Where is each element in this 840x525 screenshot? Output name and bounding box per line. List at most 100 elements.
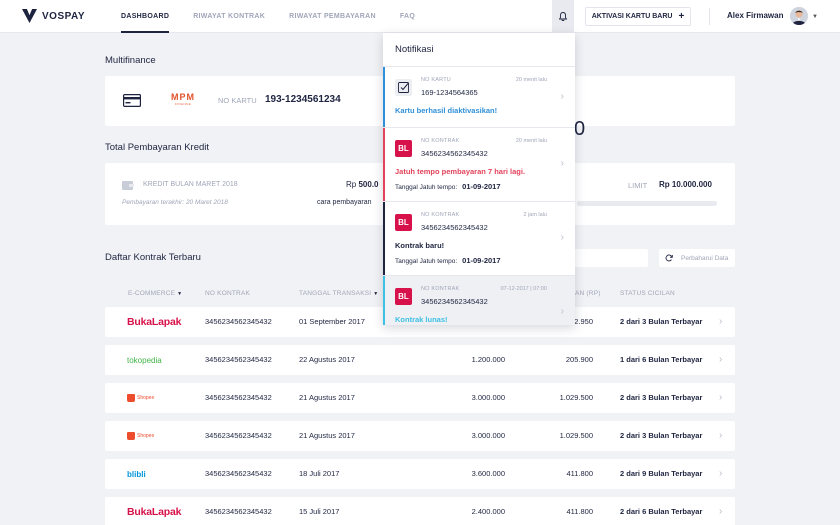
bukalapak-logo: BukaLapak bbox=[127, 505, 181, 519]
table-row[interactable]: tokopedia 3456234562345432 22 Agustus 20… bbox=[105, 345, 735, 375]
chevron-right-icon: › bbox=[719, 392, 723, 403]
nav-dashboard[interactable]: DASHBOARD bbox=[121, 0, 170, 33]
tokopedia-logo: tokopedia bbox=[127, 353, 162, 367]
blibli-logo: blibli bbox=[127, 467, 146, 481]
notification-panel: Notifikasi NO KARTU 20 menit lalu 169-12… bbox=[383, 33, 575, 325]
shopee-logo: Shopee bbox=[127, 391, 154, 405]
activate-card-button[interactable]: AKTIVASI KARTU BARU + bbox=[585, 7, 691, 26]
row-contract-number: 3456234562345432 bbox=[205, 431, 272, 440]
row-status: 2 dari 6 Bulan Terbayar bbox=[620, 507, 703, 516]
plus-icon: + bbox=[678, 10, 685, 22]
mpm-logo-text: MPM bbox=[171, 92, 195, 102]
notification-accent-bar bbox=[383, 202, 385, 275]
notification-number: 3456234562345432 bbox=[421, 223, 488, 232]
payment-method-link[interactable]: cara pembayaran bbox=[317, 199, 371, 206]
notification-button[interactable] bbox=[552, 0, 574, 33]
limit-label: LIMIT bbox=[628, 181, 648, 190]
nav-faq[interactable]: FAQ bbox=[400, 0, 415, 33]
notification-accent-bar bbox=[383, 276, 385, 325]
notification-item[interactable]: BL NO KONTRAK 20 menit lalu 345623456234… bbox=[383, 128, 575, 202]
due-label: Tanggal Jatuh tempo: bbox=[395, 184, 458, 191]
column-tanggal-label: TANGGAL TRANSAKSI bbox=[299, 290, 372, 297]
contracts-title: Daftar Kontrak Terbaru bbox=[105, 252, 201, 263]
notification-due: Tanggal Jatuh tempo: 01-09-2017 bbox=[395, 256, 501, 265]
bukalapak-icon: BL bbox=[395, 140, 412, 157]
total-payment-title: Total Pembayaran Kredit bbox=[105, 142, 210, 153]
row-amount: 2.400.000 bbox=[471, 507, 505, 516]
row-amount: 3.000.000 bbox=[471, 393, 505, 402]
notification-accent-bar bbox=[383, 67, 385, 127]
notification-message: Kontrak baru! bbox=[395, 241, 445, 250]
table-row[interactable]: BukaLapak 3456234562345432 15 Juli 2017 … bbox=[105, 497, 735, 525]
row-installment: 411.800 bbox=[566, 507, 593, 516]
table-row[interactable]: blibli 3456234562345432 18 Juli 2017 3.6… bbox=[105, 459, 735, 489]
row-date: 15 Juli 2017 bbox=[299, 507, 340, 516]
row-contract-number: 3456234562345432 bbox=[205, 469, 272, 478]
due-label: Tanggal Jatuh tempo: bbox=[395, 258, 458, 265]
top-header: VOSPAY DASHBOARD RIWAYAT KONTRAK RIWAYAT… bbox=[0, 0, 840, 33]
column-ecommerce[interactable]: E-COMMERCE ▼ bbox=[128, 290, 182, 297]
last-payment-text: Pembayaran terakhir: 20 Maret 2018 bbox=[122, 199, 228, 206]
chevron-right-icon: › bbox=[719, 430, 723, 441]
brand-name: Shopee bbox=[137, 395, 155, 401]
kredit-amount-value: 500.0 bbox=[358, 180, 379, 189]
user-name[interactable]: Alex Firmawan bbox=[727, 11, 783, 20]
notification-item[interactable]: NO KARTU 20 menit lalu 169-1234564365 Ka… bbox=[383, 67, 575, 128]
brand-name: BukaLapak bbox=[127, 506, 182, 518]
notification-time: 20 menit lalu bbox=[515, 138, 547, 144]
table-row[interactable]: Shopee 3456234562345432 21 Agustus 2017 … bbox=[105, 383, 735, 413]
user-avatar-icon bbox=[790, 7, 808, 25]
vospay-logo[interactable]: VOSPAY bbox=[22, 9, 85, 23]
row-status: 2 dari 3 Bulan Terbayar bbox=[620, 317, 703, 326]
column-status: STATUS CICILAN bbox=[620, 290, 675, 297]
bukalapak-icon: BL bbox=[395, 288, 412, 305]
row-status: 2 dari 9 Bulan Terbayar bbox=[620, 469, 703, 478]
refresh-icon bbox=[665, 254, 673, 262]
kredit-month-label: KREDIT BULAN MARET 2018 bbox=[143, 181, 238, 188]
shopee-logo: Shopee bbox=[127, 429, 154, 443]
kredit-amount: Rp 500.0 bbox=[346, 180, 379, 189]
row-amount: 3.000.000 bbox=[471, 431, 505, 440]
brand-name: BukaLapak bbox=[127, 316, 182, 328]
notification-label: NO KONTRAK bbox=[421, 138, 460, 144]
chevron-right-icon: › bbox=[719, 354, 723, 365]
chevron-right-icon: › bbox=[719, 468, 723, 479]
notification-message: Jatuh tempo pembayaran 7 hari lagi. bbox=[395, 167, 526, 176]
table-row[interactable]: Shopee 3456234562345432 21 Agustus 2017 … bbox=[105, 421, 735, 451]
notification-item[interactable]: BL NO KONTRAK 2 jam lalu 345623456234543… bbox=[383, 202, 575, 276]
notification-number: 169-1234564365 bbox=[421, 88, 478, 97]
row-date: 22 Agustus 2017 bbox=[299, 355, 355, 364]
chevron-right-icon: › bbox=[719, 506, 723, 517]
card-number-label: NO KARTU bbox=[218, 96, 257, 105]
notification-number: 3456234562345432 bbox=[421, 297, 488, 306]
row-contract-number: 3456234562345432 bbox=[205, 393, 272, 402]
refresh-data-button[interactable]: Perbaharui Data bbox=[659, 249, 735, 267]
column-tanggal[interactable]: TANGGAL TRANSAKSI ▼ bbox=[299, 290, 378, 297]
column-ecommerce-label: E-COMMERCE bbox=[128, 290, 176, 297]
brand-name: Shopee bbox=[137, 433, 155, 439]
notification-message: Kontrak lunas! bbox=[395, 315, 448, 324]
due-date: 01-09-2017 bbox=[462, 256, 501, 265]
row-amount: 3.600.000 bbox=[471, 469, 505, 478]
nav-riwayat-pembayaran[interactable]: RIWAYAT PEMBAYARAN bbox=[289, 0, 376, 33]
available-amount-partial: 0 bbox=[574, 118, 586, 140]
notification-time: 2 jam lalu bbox=[523, 212, 547, 218]
header-divider bbox=[709, 8, 710, 25]
row-contract-number: 3456234562345432 bbox=[205, 317, 272, 326]
column-no-kontrak: NO KONTRAK bbox=[205, 290, 250, 297]
notification-item[interactable]: BL NO KONTRAK 07-12-2017 | 07:00 3456234… bbox=[383, 276, 575, 325]
sort-down-icon: ▼ bbox=[373, 291, 379, 297]
row-date: 21 Agustus 2017 bbox=[299, 393, 355, 402]
chevron-down-icon[interactable]: ▼ bbox=[812, 14, 818, 20]
credit-card-icon bbox=[123, 94, 141, 107]
avatar[interactable] bbox=[790, 7, 808, 25]
row-contract-number: 3456234562345432 bbox=[205, 355, 272, 364]
notification-number: 3456234562345432 bbox=[421, 149, 488, 158]
nav-riwayat-kontrak[interactable]: RIWAYAT KONTRAK bbox=[193, 0, 265, 33]
brand-name: VOSPAY bbox=[42, 10, 86, 22]
row-installment: 1.029.500 bbox=[559, 393, 593, 402]
row-contract-number: 3456234562345432 bbox=[205, 507, 272, 516]
notification-message: Kartu berhasil diaktivasikan! bbox=[395, 106, 498, 115]
card-number-value: 193-1234561234 bbox=[265, 94, 341, 105]
shopee-wordmark: Shopee bbox=[127, 432, 154, 440]
